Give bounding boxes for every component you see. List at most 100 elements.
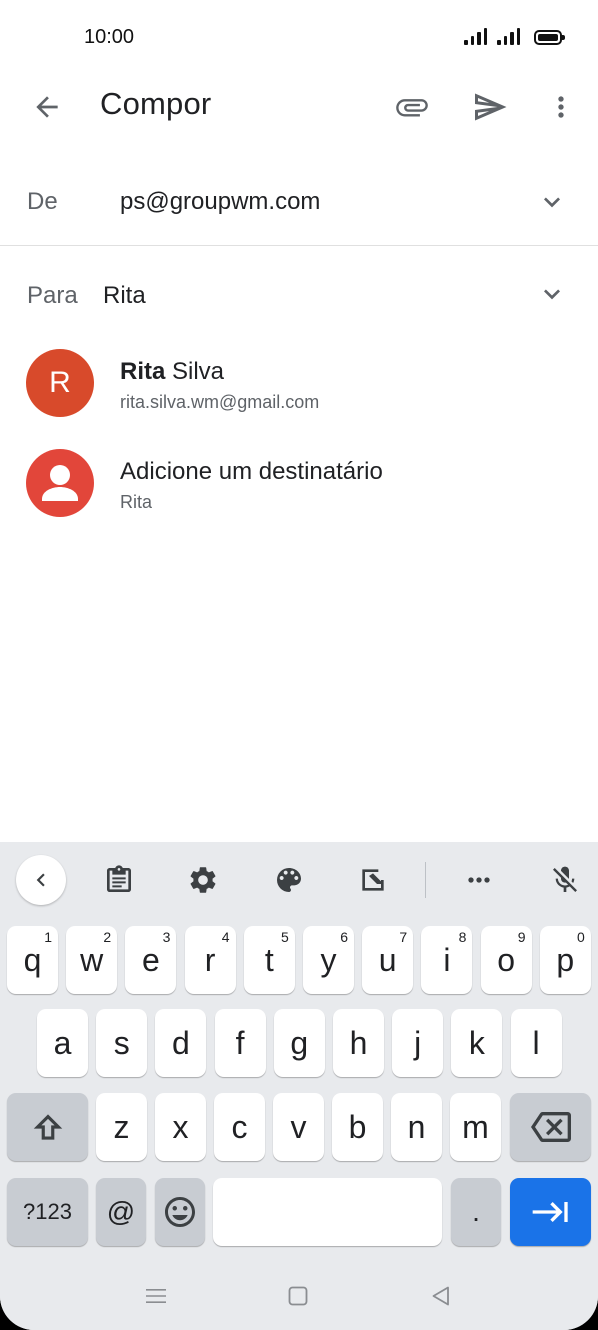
theme-button[interactable]: [264, 856, 314, 904]
period-key[interactable]: .: [451, 1178, 501, 1246]
next-key[interactable]: [510, 1178, 591, 1246]
key-b[interactable]: b: [332, 1093, 383, 1161]
clipboard-button[interactable]: [94, 856, 144, 904]
key-hint: 6: [340, 929, 348, 945]
more-horiz-icon: [468, 877, 490, 883]
settings-button[interactable]: [178, 856, 228, 904]
key-hint: 0: [577, 929, 585, 945]
key-m[interactable]: m: [450, 1093, 501, 1161]
symbols-key[interactable]: ?123: [7, 1178, 88, 1246]
mic-off-icon: [553, 866, 577, 892]
handwriting-button[interactable]: [348, 856, 398, 904]
space-key[interactable]: [213, 1178, 442, 1246]
to-input[interactable]: Rita: [103, 282, 146, 310]
backspace-key[interactable]: [510, 1093, 591, 1161]
chevron-down-icon: [544, 289, 560, 300]
more-options-button[interactable]: [454, 856, 504, 904]
key-label: w: [80, 941, 104, 978]
contact-email: rita.silva.wm@gmail.com: [120, 392, 320, 412]
status-bar: 10:00: [0, 0, 598, 76]
contact-name-rest: Silva: [165, 358, 225, 385]
menu-nav-button[interactable]: [136, 1276, 176, 1316]
key-label: l: [532, 1024, 540, 1061]
key-a[interactable]: a: [37, 1009, 88, 1077]
at-key[interactable]: @: [96, 1178, 146, 1246]
add-recipient-suggestion[interactable]: Adicione um destinatário Rita: [0, 438, 598, 528]
key-j[interactable]: j: [392, 1009, 444, 1077]
handwriting-icon: [362, 869, 384, 891]
contact-name: Rita Silva: [120, 358, 224, 386]
add-recipient-sub: Rita: [120, 492, 153, 512]
page-title: Compor: [100, 86, 212, 121]
key-hint: 3: [162, 929, 171, 945]
more-button[interactable]: [540, 82, 582, 132]
key-k[interactable]: k: [451, 1009, 503, 1077]
voice-input-button[interactable]: [540, 856, 590, 904]
send-button[interactable]: [464, 82, 516, 132]
key-label: t: [264, 941, 274, 978]
add-recipient-title: Adicione um destinatário: [120, 458, 383, 485]
key-label: i: [443, 941, 451, 978]
key-u[interactable]: u7: [362, 926, 414, 994]
key-g[interactable]: g: [273, 1009, 325, 1077]
avatar: R: [26, 349, 94, 417]
keyboard-toolbar: [0, 842, 598, 918]
clipboard-icon: [107, 865, 131, 892]
key-label: z: [113, 1108, 130, 1145]
key-hint: 2: [103, 929, 112, 945]
key-label: e: [141, 941, 160, 978]
shift-key[interactable]: [7, 1093, 88, 1161]
emoji-key[interactable]: [155, 1178, 205, 1246]
key-hint: 5: [281, 929, 289, 945]
key-r[interactable]: r4: [184, 926, 236, 994]
paperclip-icon: [396, 99, 428, 117]
key-n[interactable]: n: [391, 1093, 442, 1161]
contact-suggestion[interactable]: R Rita Silva rita.silva.wm@gmail.com: [0, 338, 598, 428]
back-nav-button[interactable]: [421, 1276, 461, 1316]
divider: [0, 245, 598, 246]
tab-arrow-icon: [532, 1202, 568, 1222]
key-q[interactable]: q1: [7, 926, 58, 994]
key-t[interactable]: t5: [243, 926, 295, 994]
key-label: y: [320, 941, 337, 978]
arrow-left-icon: [36, 96, 58, 118]
key-o[interactable]: o9: [480, 926, 532, 994]
chevron-left-icon: [36, 873, 45, 887]
signal-icon-2: [497, 27, 520, 45]
key-h[interactable]: h: [333, 1009, 384, 1077]
key-l[interactable]: l: [510, 1009, 562, 1077]
back-button[interactable]: [22, 82, 72, 132]
key-i[interactable]: i8: [421, 926, 473, 994]
from-value[interactable]: ps@groupwm.com: [120, 188, 320, 216]
from-label: De: [27, 188, 58, 215]
key-e[interactable]: e3: [125, 926, 177, 994]
person-icon: [42, 465, 78, 501]
key-w[interactable]: w2: [66, 926, 118, 994]
palette-icon: [277, 868, 301, 892]
to-expand-button[interactable]: [532, 274, 572, 314]
to-row[interactable]: Para Rita: [0, 264, 598, 324]
signal-icon: [464, 27, 487, 45]
key-c[interactable]: c: [214, 1093, 265, 1161]
avatar-letter: R: [49, 366, 71, 399]
key-label: x: [172, 1108, 189, 1145]
square-icon: [288, 1286, 308, 1306]
collapse-toolbar-button[interactable]: [16, 855, 66, 905]
key-x[interactable]: x: [155, 1093, 206, 1161]
key-d[interactable]: d: [155, 1009, 207, 1077]
key-z[interactable]: z: [96, 1093, 147, 1161]
battery-icon: [534, 30, 565, 45]
backspace-icon: [530, 1112, 571, 1142]
from-row[interactable]: De ps@groupwm.com: [0, 170, 598, 230]
home-nav-button[interactable]: [278, 1276, 318, 1316]
key-p[interactable]: p0: [539, 926, 591, 994]
key-v[interactable]: v: [273, 1093, 324, 1161]
key-s[interactable]: s: [96, 1009, 148, 1077]
from-expand-button[interactable]: [532, 182, 572, 222]
attach-button[interactable]: [386, 82, 438, 132]
emoji-icon: [165, 1197, 195, 1227]
key-label: o: [497, 941, 515, 978]
key-f[interactable]: f: [214, 1009, 266, 1077]
key-label: n: [407, 1108, 426, 1145]
key-y[interactable]: y6: [303, 926, 354, 994]
